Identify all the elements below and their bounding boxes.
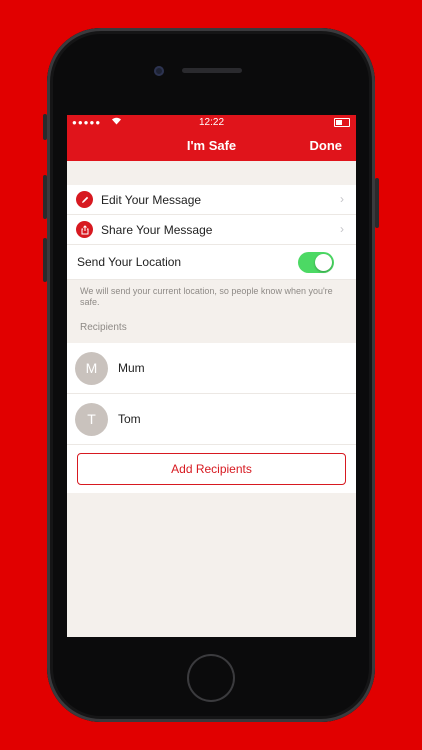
list-item[interactable]: M Mum (67, 343, 356, 394)
share-icon (76, 221, 93, 238)
recipient-name: Tom (118, 412, 141, 426)
avatar: M (75, 351, 108, 385)
settings-group: Edit Your Message › Share Your Message ›… (67, 185, 356, 280)
top-spacer (67, 161, 356, 185)
status-bar: ●●●●● 12:22 (67, 115, 356, 130)
chevron-right-icon: › (340, 192, 344, 206)
location-toggle[interactable] (298, 252, 334, 273)
done-button[interactable]: Done (310, 138, 343, 153)
pencil-icon (76, 191, 93, 208)
send-location-row: Send Your Location (67, 245, 356, 280)
add-recipients-container: Add Recipients (67, 445, 356, 493)
front-camera (154, 66, 164, 76)
list-item[interactable]: T Tom (67, 394, 356, 445)
volume-down-button (43, 238, 47, 282)
share-message-row[interactable]: Share Your Message › (67, 215, 356, 245)
add-recipients-button[interactable]: Add Recipients (77, 453, 346, 485)
recipients-group: M Mum T Tom Add Recipients (67, 343, 356, 493)
home-button[interactable] (189, 656, 233, 700)
volume-up-button (43, 175, 47, 219)
edit-message-label: Edit Your Message (101, 192, 202, 207)
navigation-bar: I'm Safe Done (67, 130, 356, 161)
app-screen: ●●●●● 12:22 I'm Safe Done Edit Your Mess… (67, 115, 356, 637)
battery-icon (334, 118, 350, 127)
avatar: T (75, 402, 108, 436)
status-time: 12:22 (198, 117, 225, 128)
earpiece-speaker (182, 68, 242, 73)
mute-switch (43, 114, 47, 140)
share-message-label: Share Your Message (101, 222, 213, 237)
recipient-name: Mum (118, 361, 145, 375)
power-button (375, 178, 379, 228)
edit-message-row[interactable]: Edit Your Message › (67, 185, 356, 215)
chevron-right-icon: › (340, 222, 344, 236)
location-note: We will send your current location, so p… (80, 286, 333, 307)
recipients-header: Recipients (80, 322, 127, 333)
send-location-label: Send Your Location (77, 255, 182, 269)
